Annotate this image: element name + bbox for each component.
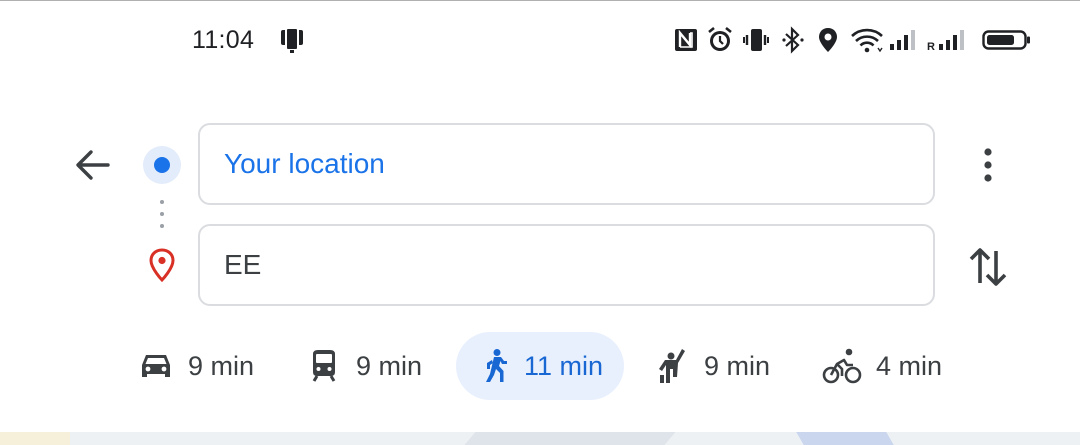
mode-walk-tab[interactable]: 11 min bbox=[456, 332, 624, 400]
destination-pin-icon bbox=[147, 247, 177, 283]
arrow-back-icon bbox=[76, 150, 110, 180]
mode-ride-hailing-tab[interactable]: 9 min bbox=[656, 332, 770, 400]
status-bar: 11:04 R bbox=[0, 0, 1080, 80]
origin-input[interactable]: Your location bbox=[198, 123, 935, 205]
screenshot-notification-icon bbox=[278, 26, 306, 54]
train-icon bbox=[312, 350, 336, 382]
mode-walk-time: 11 min bbox=[524, 350, 604, 381]
origin-dot-icon bbox=[143, 146, 181, 184]
mode-drive-tab[interactable]: 9 min bbox=[138, 332, 254, 400]
hail-icon bbox=[659, 349, 685, 383]
mode-ride-hailing-time: 9 min bbox=[704, 350, 771, 381]
map-view[interactable] bbox=[0, 432, 1080, 445]
map-road bbox=[464, 432, 676, 445]
mode-cycle-time: 4 min bbox=[876, 350, 943, 381]
roaming-signal-icon: R bbox=[926, 26, 970, 54]
wifi-icon bbox=[850, 26, 884, 54]
roaming-label: R bbox=[927, 41, 935, 53]
battery-icon bbox=[982, 26, 1032, 54]
route-connector-dots bbox=[160, 200, 164, 232]
walk-icon bbox=[486, 349, 507, 382]
nfc-icon bbox=[674, 26, 698, 54]
more-options-button[interactable] bbox=[966, 142, 1010, 188]
location-icon bbox=[817, 26, 839, 54]
destination-input[interactable]: EE bbox=[198, 224, 935, 306]
bluetooth-icon bbox=[780, 26, 808, 54]
mode-transit-time: 9 min bbox=[356, 350, 423, 381]
swap-vert-icon bbox=[969, 248, 1007, 286]
bike-icon bbox=[822, 348, 862, 384]
more-vert-icon bbox=[984, 148, 992, 182]
mode-cycle-tab[interactable]: 4 min bbox=[822, 332, 942, 400]
map-land-area bbox=[0, 432, 70, 445]
map-route-area bbox=[796, 432, 894, 445]
back-button[interactable] bbox=[70, 142, 116, 188]
alarm-icon bbox=[707, 26, 733, 54]
mode-drive-time: 9 min bbox=[188, 350, 255, 381]
car-icon bbox=[142, 355, 170, 377]
status-time: 11:04 bbox=[192, 26, 255, 54]
travel-mode-bar: 9 min 9 min 11 min 9 min 4 min bbox=[0, 332, 1080, 400]
mode-transit-tab[interactable]: 9 min bbox=[306, 332, 422, 400]
swap-directions-button[interactable] bbox=[964, 242, 1012, 292]
vibrate-icon bbox=[743, 26, 769, 54]
signal-icon bbox=[888, 26, 918, 54]
